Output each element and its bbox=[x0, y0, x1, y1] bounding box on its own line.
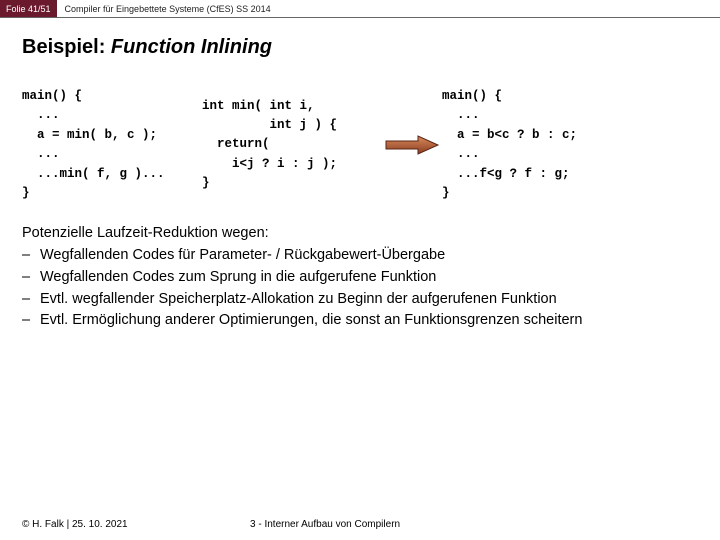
dash-icon: – bbox=[22, 245, 40, 267]
slide-content: Beispiel: Function Inlining main() { ...… bbox=[0, 18, 720, 332]
body-text: Potenzielle Laufzeit-Reduktion wegen: –W… bbox=[22, 223, 698, 332]
dash-icon: – bbox=[22, 289, 40, 311]
slide-title: Beispiel: Function Inlining bbox=[22, 36, 698, 59]
code-function: int min( int i, int j ) { return( i<j ? … bbox=[202, 97, 382, 194]
arrow-wrap bbox=[382, 134, 442, 156]
body-item-text: Wegfallenden Codes zum Sprung in die auf… bbox=[40, 267, 436, 289]
code-after: main() { ... a = b<c ? b : c; ... ...f<g… bbox=[442, 87, 617, 203]
body-item-text: Wegfallenden Codes für Parameter- / Rück… bbox=[40, 245, 445, 267]
code-before: main() { ... a = min( b, c ); ... ...min… bbox=[22, 87, 202, 203]
dash-icon: – bbox=[22, 267, 40, 289]
body-item-text: Evtl. wegfallender Speicherplatz-Allokat… bbox=[40, 289, 557, 311]
dash-icon: – bbox=[22, 310, 40, 332]
title-prefix: Beispiel: bbox=[22, 36, 111, 58]
body-item: –Evtl. Ermöglichung anderer Optimierunge… bbox=[22, 310, 698, 332]
arrow-right-icon bbox=[384, 134, 440, 156]
slide-number-badge: Folie 41/51 bbox=[0, 0, 57, 17]
footer-chapter: 3 - Interner Aufbau von Compilern bbox=[240, 519, 720, 530]
body-item: –Wegfallenden Codes zum Sprung in die au… bbox=[22, 267, 698, 289]
body-item: –Evtl. wegfallender Speicherplatz-Alloka… bbox=[22, 289, 698, 311]
header-bar: Folie 41/51 Compiler für Eingebettete Sy… bbox=[0, 0, 720, 18]
body-intro: Potenzielle Laufzeit-Reduktion wegen: bbox=[22, 223, 698, 245]
code-row: main() { ... a = min( b, c ); ... ...min… bbox=[22, 87, 698, 203]
title-emphasis: Function Inlining bbox=[111, 36, 272, 58]
course-title: Compiler für Eingebettete Systeme (CfES)… bbox=[57, 0, 279, 17]
body-item-text: Evtl. Ermöglichung anderer Optimierungen… bbox=[40, 310, 582, 332]
body-item: –Wegfallenden Codes für Parameter- / Rüc… bbox=[22, 245, 698, 267]
footer-copyright: © H. Falk | 25. 10. 2021 bbox=[0, 519, 240, 530]
footer: © H. Falk | 25. 10. 2021 3 - Interner Au… bbox=[0, 519, 720, 530]
